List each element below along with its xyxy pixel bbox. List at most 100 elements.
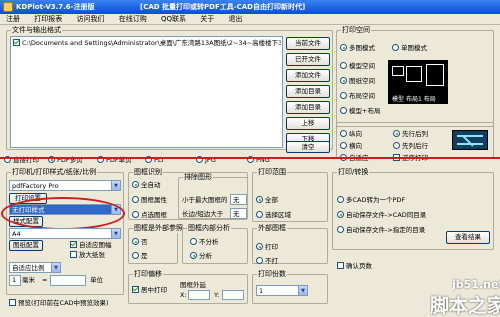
frame-pick-radio[interactable]: 点选图框 — [132, 211, 167, 220]
paper-config-button[interactable]: 图纸配置 — [9, 240, 43, 251]
range-all-radio[interactable]: 全部 — [256, 196, 278, 205]
offset-x-input[interactable] — [188, 290, 210, 300]
save-same-dir-radio[interactable]: 自动保存文件->CAD同目录 — [337, 211, 426, 220]
scale-select[interactable]: 自适应比例 ▼ — [9, 262, 61, 273]
exclude-ratio-select[interactable]: 无 — [230, 208, 247, 219]
radio-icon — [340, 92, 347, 99]
frame-group-label: 图框识别 — [133, 168, 163, 177]
add-dir-button-2[interactable]: 添加目录 — [286, 101, 330, 114]
chevron-down-icon[interactable]: ▼ — [111, 181, 120, 190]
app-title: KDPlot-V3.7.6-注册版 — [16, 3, 95, 11]
radio-icon — [340, 142, 347, 149]
offset-label: 打印偏移 — [133, 270, 163, 279]
file-path: C:\Documents and Settings\Administrator\… — [22, 39, 281, 47]
menu-exit[interactable]: 退出 — [228, 15, 242, 23]
clear-button[interactable]: 清空 — [286, 141, 330, 153]
file-list-item[interactable]: C:\Documents and Settings\Administrator\… — [13, 39, 281, 48]
portrait-radio[interactable]: 纵向 — [340, 130, 362, 139]
merge-pdf-radio[interactable]: 多CAD转为一个PDF — [337, 196, 405, 205]
move-up-button[interactable]: 上移 — [286, 117, 330, 130]
radio-icon — [337, 226, 344, 233]
radio-icon — [256, 196, 263, 203]
offset-x-label: X: — [180, 291, 187, 299]
frame-noprint-radio[interactable]: 不打 — [256, 257, 278, 266]
menu-visit[interactable]: 访问我们 — [76, 15, 104, 23]
paper-select[interactable]: A4 ▼ — [9, 228, 121, 239]
add-dir-button[interactable]: 添加目录 — [286, 85, 330, 98]
printer-select[interactable]: pdfFactory Pro ▼ — [9, 180, 121, 191]
copies-select[interactable]: 1 ▼ — [256, 285, 308, 296]
scale-value-input[interactable]: 1 — [9, 275, 21, 286]
row-first-radio[interactable]: 先行后列 — [393, 130, 428, 139]
chevron-down-icon[interactable]: ▼ — [111, 229, 120, 238]
radio-icon — [340, 44, 347, 51]
xref-yes-radio[interactable]: 是 — [132, 252, 148, 261]
radio-icon — [340, 130, 347, 137]
confirm-pages-check[interactable]: 确认页数 — [337, 262, 372, 271]
model-layout-radio[interactable]: 模型+布局 — [340, 107, 380, 116]
print-space-label: 打印空间 — [341, 26, 371, 35]
red-annotation-ellipse — [1, 197, 125, 230]
unit-input[interactable] — [50, 275, 86, 286]
chevron-down-icon[interactable]: ▼ — [298, 286, 307, 295]
col-first-radio[interactable]: 先列后行 — [393, 142, 428, 151]
menu-report[interactable]: 打印报表 — [34, 15, 62, 23]
menu-order[interactable]: 在线订购 — [119, 15, 147, 23]
chevron-down-icon[interactable]: ▼ — [51, 263, 60, 272]
opened-files-button[interactable]: 已开文件 — [286, 53, 330, 66]
app-icon — [3, 2, 13, 12]
files-group-label: 文件与输出格式 — [11, 26, 62, 35]
radio-icon — [256, 257, 263, 264]
xref-no-radio[interactable]: 否 — [132, 238, 148, 247]
center-print-check[interactable]: 居中打印 — [132, 286, 167, 295]
model-space-radio[interactable]: 模型空间 — [340, 62, 375, 71]
frame-type-label: 外部图框 — [257, 224, 287, 233]
multi-mode-radio[interactable]: 多图模式 — [340, 44, 375, 53]
menu-qq[interactable]: QQ联系 — [161, 15, 186, 23]
radio-icon — [132, 196, 139, 203]
checkbox-icon — [132, 286, 139, 293]
save-custom-dir-radio[interactable]: 自动保存文件->指定的目录 — [337, 226, 425, 235]
exclude-ratio-label: 长边/短边大于 — [182, 210, 224, 218]
exclude-less-label: 小于最大图框的 — [182, 196, 228, 204]
frame-print-radio[interactable]: 打印 — [256, 243, 278, 252]
radio-icon — [337, 211, 344, 218]
layout-space-radio[interactable]: 布局空间 — [340, 92, 375, 101]
window-subtitle: [CAD 批量打印或转PDF工具-CAD自由打印新时代] — [140, 3, 306, 11]
unit-label: 单位 — [90, 276, 103, 284]
preview-check[interactable]: 预览(打印前在CAD中预览效果) — [9, 299, 109, 308]
range-label: 打印范围 — [257, 168, 287, 177]
paper-space-radio[interactable]: 图纸空间 — [340, 77, 375, 86]
range-select-radio[interactable]: 选择区域 — [256, 211, 291, 220]
single-mode-radio[interactable]: 单图模式 — [392, 44, 427, 53]
exclude-less-select[interactable]: 无 — [230, 194, 247, 205]
file-list[interactable]: C:\Documents and Settings\Administrator\… — [10, 36, 283, 148]
preview-frame — [392, 66, 404, 76]
menu-register[interactable]: 注册 — [6, 15, 20, 23]
inner-label: 图框内部分析 — [187, 224, 231, 233]
watermark-brand: 脚本之家 — [430, 295, 500, 317]
inner-yes-radio[interactable]: 分析 — [190, 252, 212, 261]
radio-icon — [132, 181, 139, 188]
frame-auto-radio[interactable]: 全自动 — [132, 181, 161, 190]
frame-attr-radio[interactable]: 图框属性 — [132, 196, 167, 205]
equal-label: = — [42, 276, 48, 284]
current-file-button[interactable]: 当前文件 — [286, 37, 330, 50]
inner-no-radio[interactable]: 不分析 — [190, 238, 219, 247]
add-file-button[interactable]: 添加文件 — [286, 69, 330, 82]
radio-icon — [190, 238, 197, 245]
auto-fit-check[interactable]: 自适应图幅 — [70, 241, 112, 250]
radio-icon — [190, 252, 197, 259]
offset-y-label: Y: — [214, 291, 220, 299]
landscape-radio[interactable]: 横向 — [340, 142, 362, 151]
file-checkbox[interactable] — [13, 39, 20, 46]
printer-group-label: 打印机/打印样式/纸张/比例 — [11, 168, 98, 177]
menu-about[interactable]: 关于 — [200, 15, 214, 23]
radio-icon — [256, 211, 263, 218]
view-result-button[interactable]: 查看结果 — [446, 231, 490, 244]
enlarge-paper-check[interactable]: 放大纸张 — [70, 251, 105, 260]
offset-y-input[interactable] — [222, 290, 244, 300]
preview-frame — [426, 64, 444, 86]
title-bar: KDPlot-V3.7.6-注册版 [CAD 批量打印或转PDF工具-CAD自由… — [0, 0, 500, 14]
xref-label: 图框是外部参照 — [133, 224, 184, 233]
